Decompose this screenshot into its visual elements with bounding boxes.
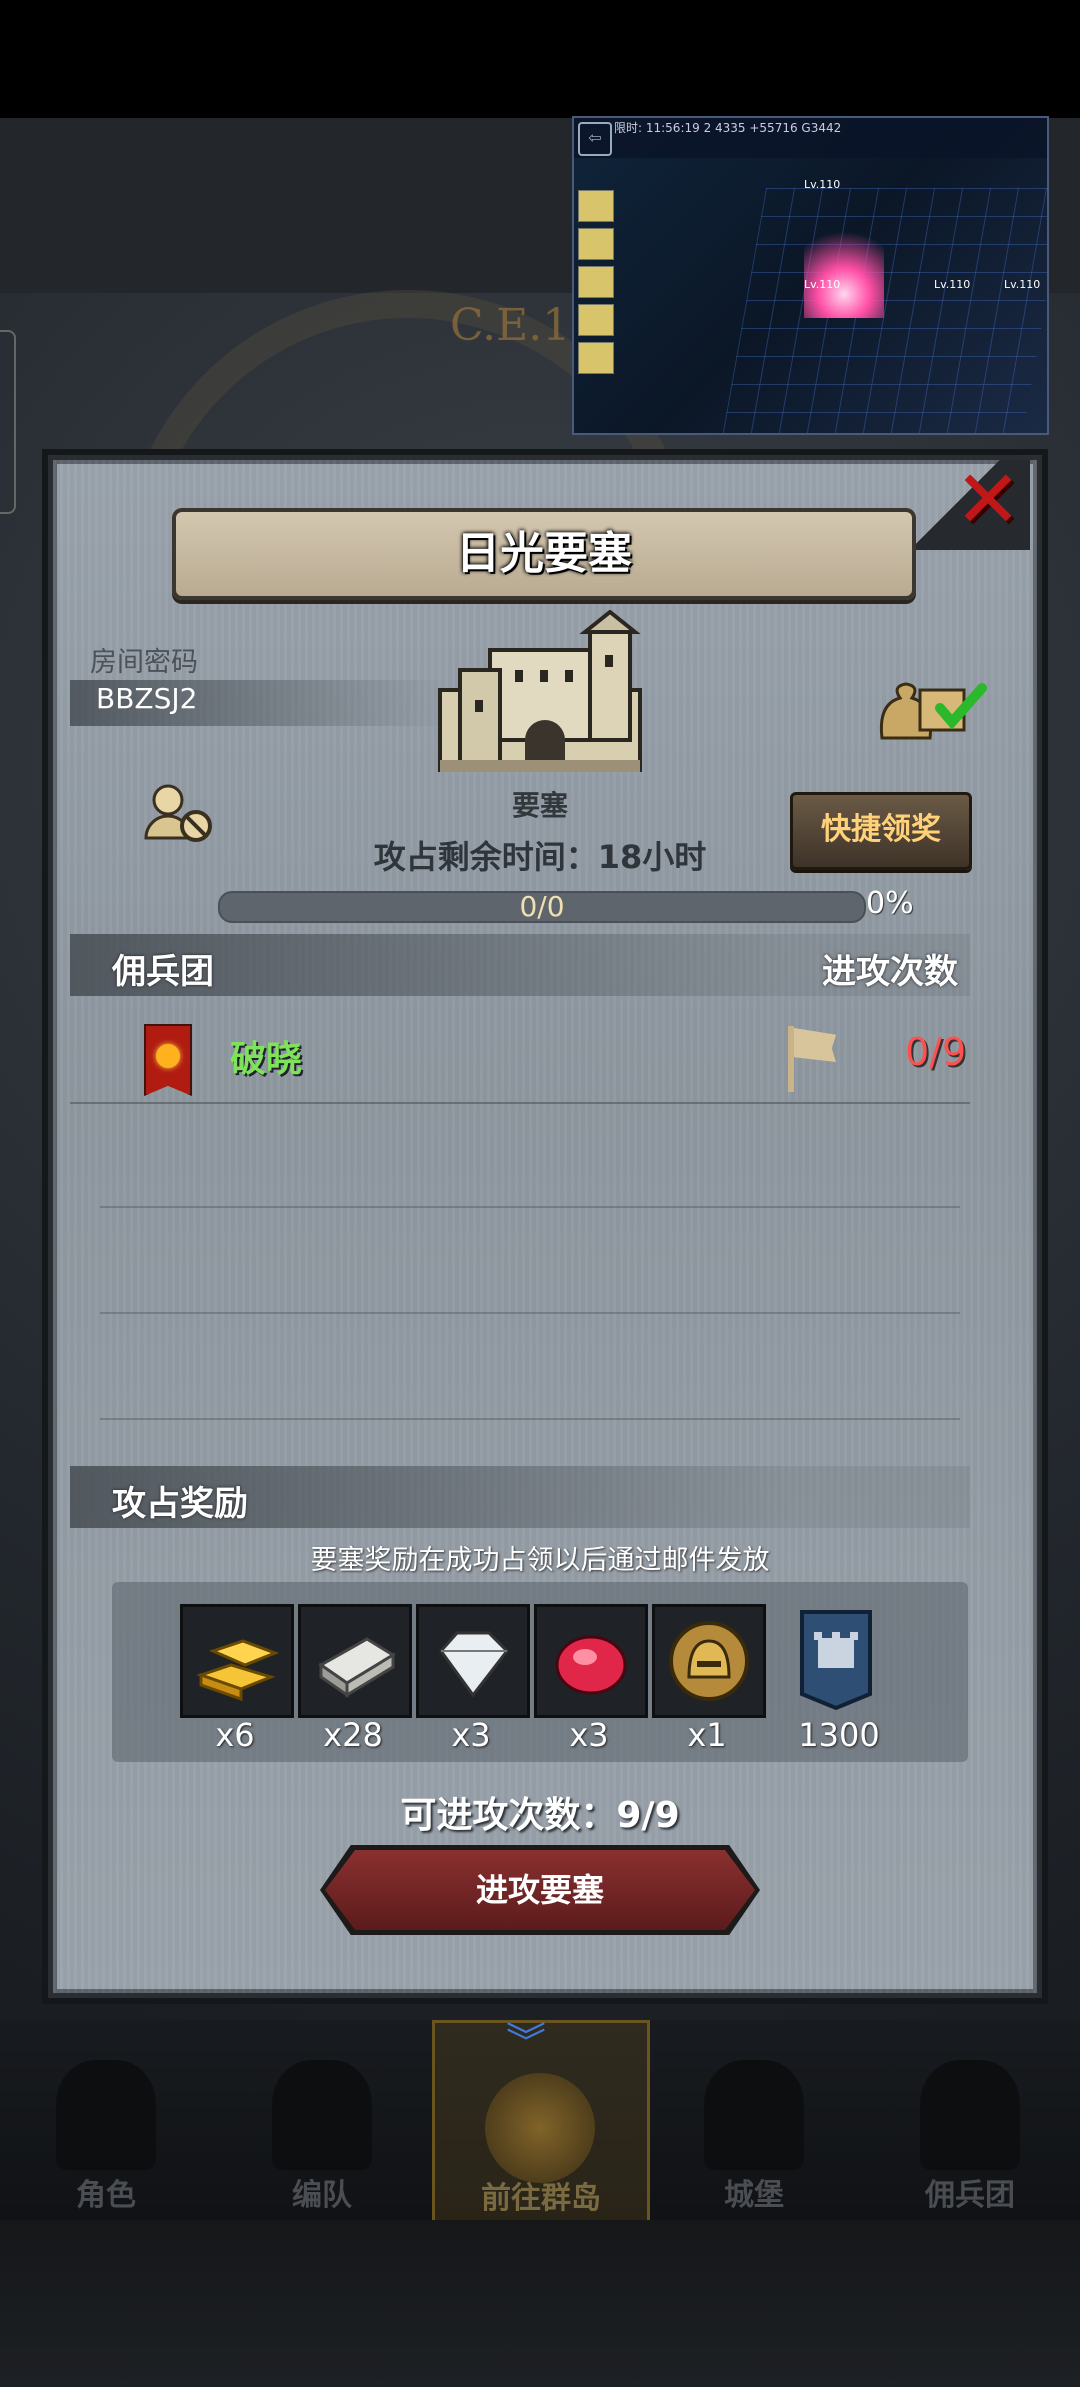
compass-icon <box>485 2073 595 2183</box>
capture-progress-percent: 0% <box>866 886 914 921</box>
minimap-unit-level: Lv.110 <box>934 278 971 291</box>
empty-row-divider <box>100 1206 960 1208</box>
nav-label: 角色 <box>76 2178 136 2213</box>
nav-item-castle[interactable]: 城堡 <box>648 2020 860 2220</box>
no-mercenary-icon <box>144 784 212 842</box>
sun-emblem-icon <box>156 1044 180 1068</box>
fortress-label: 要塞 <box>511 789 568 822</box>
gold-bar-icon <box>196 1639 280 1702</box>
minimap-card <box>578 304 614 336</box>
flag-icon <box>788 1026 794 1092</box>
available-attacks: 可进攻次数：9/9 <box>400 1795 680 1836</box>
capture-time-remaining: 攻占剩余时间：18小时 <box>373 838 707 876</box>
dialog-title-banner: 日光要塞 <box>172 508 916 600</box>
minimap-card-stack <box>578 190 614 380</box>
capture-progress-bar: 0/0 <box>218 891 866 923</box>
silver-bar-icon <box>318 1637 396 1698</box>
minimap-laser-beam <box>804 198 884 318</box>
minimap-back-icon[interactable]: ⇦ <box>578 122 612 156</box>
quick-claim-button[interactable]: 快捷领奖 <box>790 792 972 870</box>
castle-icon <box>704 2060 804 2170</box>
ruby-icon <box>555 1635 627 1695</box>
reward-slot[interactable] <box>298 1604 412 1718</box>
diamond-icon <box>439 1631 509 1698</box>
reward-slot[interactable] <box>416 1604 530 1718</box>
guild-row[interactable]: 破晓 0/9 <box>70 1012 970 1104</box>
reward-quantity: x1 <box>687 1716 727 1754</box>
reward-slot[interactable] <box>180 1604 294 1718</box>
empty-row-divider <box>100 1418 960 1420</box>
minimap-unit-level: Lv.110 <box>1004 278 1041 291</box>
fortress-castle-icon <box>438 610 642 772</box>
formation-icon <box>272 2060 372 2170</box>
room-password-label: 房间密码 <box>90 647 198 678</box>
reward-header: 攻占奖励 <box>112 1484 248 1524</box>
minimap-unit-level: Lv.110 <box>804 278 841 291</box>
empty-row-divider <box>100 1312 960 1314</box>
knight-icon <box>56 2060 156 2170</box>
chevron-down-icon: ︾ <box>506 2020 546 2066</box>
nav-label: 佣兵团 <box>925 2178 1015 2213</box>
minimap-grid <box>721 188 1047 433</box>
nav-label: 编队 <box>292 2178 352 2213</box>
guild-banner-icon <box>144 1024 192 1096</box>
attack-fortress-button[interactable]: 进攻要塞 <box>325 1850 755 1930</box>
guild-name: 破晓 <box>230 1039 303 1080</box>
reward-quantity: x3 <box>569 1716 609 1754</box>
flag-cloth <box>794 1028 836 1062</box>
capture-progress-text: 0/0 <box>519 890 565 923</box>
room-password-value: BBZSJ2 <box>96 682 198 715</box>
reward-quantity: x3 <box>451 1716 491 1754</box>
minimap-card <box>578 228 614 260</box>
reward-section-header: 攻占奖励 <box>70 1466 970 1528</box>
guild-attack-count: 0/9 <box>905 1030 967 1074</box>
nav-label: 前往群岛 <box>481 2181 601 2216</box>
attack-count-header: 进攻次数 <box>822 952 958 992</box>
minimap-unit-level: Lv.110 <box>804 178 841 191</box>
reward-quantity: 1300 <box>798 1716 880 1754</box>
reward-slot[interactable] <box>534 1604 648 1718</box>
dialog-title: 日光要塞 <box>456 528 632 579</box>
nav-label: 城堡 <box>724 2178 784 2213</box>
bottom-bar <box>0 2220 1080 2387</box>
helmet-medal-icon <box>669 1621 749 1701</box>
minimap-card <box>578 342 614 374</box>
reward-quantity: x6 <box>215 1716 255 1754</box>
reward-quantity: x28 <box>323 1716 383 1754</box>
minimap-card <box>578 190 614 222</box>
nav-item-mercenary[interactable]: 佣兵团 <box>864 2020 1076 2220</box>
nav-item-formation[interactable]: 编队 <box>216 2020 428 2220</box>
close-icon[interactable]: ✕ <box>950 460 1026 540</box>
reward-note: 要塞奖励在成功占领以后通过邮件发放 <box>310 1545 770 1576</box>
battle-minimap[interactable]: 限时: 11:56:19 2 4335 +55716 G3442 ⇦ Lv.11… <box>572 116 1049 435</box>
mercenary-icon <box>920 2060 1020 2170</box>
fortress-banner-icon <box>800 1610 872 1711</box>
left-edge-tab[interactable] <box>0 330 16 514</box>
nav-item-character[interactable]: 角色 <box>0 2020 212 2220</box>
mercenary-section-header: 佣兵团 进攻次数 <box>70 934 970 996</box>
reward-slot[interactable] <box>652 1604 766 1718</box>
mercenary-header: 佣兵团 <box>112 952 214 992</box>
minimap-card <box>578 266 614 298</box>
minimap-status-bar: 限时: 11:56:19 2 4335 +55716 G3442 <box>574 118 1047 158</box>
reward-claimed-icon <box>879 682 987 740</box>
